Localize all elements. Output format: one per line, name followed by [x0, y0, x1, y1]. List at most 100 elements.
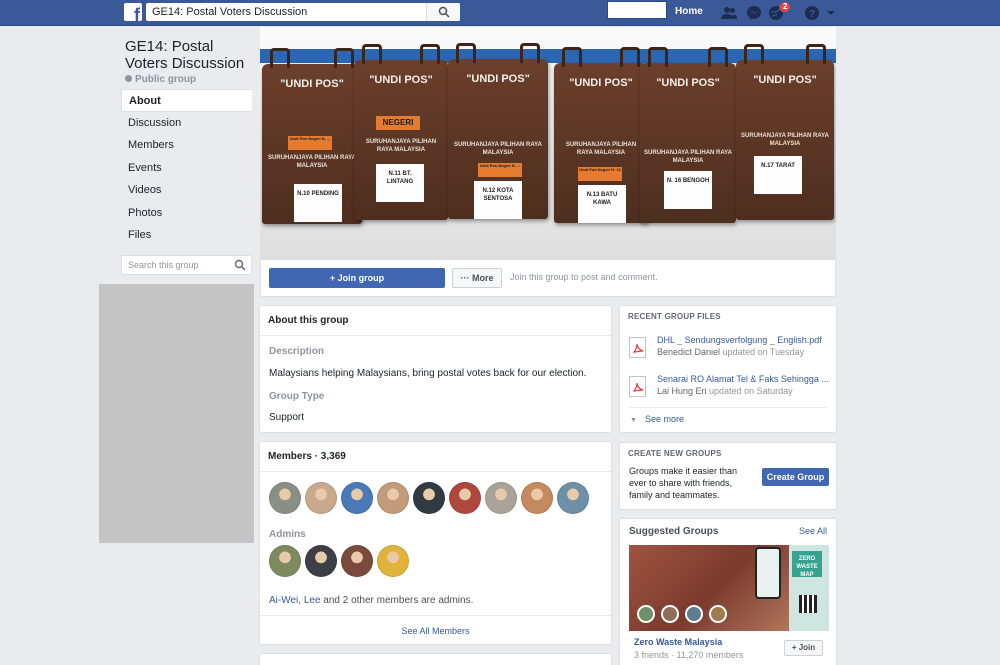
file-item[interactable]: Senarai RO Alamat Tel & Faks Sehingga ..… — [629, 372, 829, 410]
member-avatar[interactable] — [341, 482, 373, 514]
nav-item-discussion[interactable]: Discussion — [121, 112, 252, 135]
search-button[interactable] — [426, 3, 460, 21]
bag-title: "UNDI POS" — [656, 77, 720, 89]
photo-circle — [709, 605, 727, 623]
nav-item-about[interactable]: About — [121, 89, 252, 112]
search-icon[interactable] — [234, 259, 246, 271]
photo-circle — [685, 605, 703, 623]
bag-org: SURUHANJAYA PILIHAN RAYA MALAYSIA — [565, 142, 637, 156]
qr-code-icon — [799, 595, 817, 613]
account-menu-chevron-down-icon[interactable] — [825, 4, 837, 22]
join-group-button[interactable]: + Join group — [269, 268, 445, 288]
group-search-placeholder[interactable]: Search this group — [128, 260, 199, 270]
create-group-text: Groups make it easier than ever to share… — [629, 466, 738, 500]
nav-item-photos[interactable]: Photos — [121, 202, 252, 225]
bag-org: SURUHANJAYA PILIHAN RAYA MALAYSIA — [454, 142, 542, 156]
profile-link[interactable] — [607, 1, 667, 19]
bag-title: "UNDI POS" — [753, 74, 817, 86]
see-more-files-link[interactable]: ▼ See more — [630, 414, 684, 424]
group-search-input[interactable]: Search this group — [121, 255, 252, 275]
file-meta: Benedict Daniel updated on Tuesday — [657, 347, 804, 357]
member-avatar[interactable] — [521, 482, 553, 514]
group-cover-photo[interactable]: "UNDI POS" Undi Pos Negeri N. ... SURUHA… — [260, 27, 836, 260]
bag-tag: Undi Pos Negeri N. ... — [288, 136, 332, 150]
bag-handle — [708, 47, 728, 67]
admin-avatar[interactable] — [305, 545, 337, 577]
admins-summary-rest: and 2 other members are admins. — [320, 595, 474, 606]
suggested-groups-card: Suggested Groups See All ZERO WASTE MAP … — [619, 518, 837, 665]
bag-label: N.12 KOTA SENTOSA — [474, 181, 522, 219]
pdf-file-icon — [629, 376, 646, 397]
create-group-button[interactable]: Create Group — [762, 468, 829, 486]
see-all-members-link[interactable]: See All Members — [260, 615, 611, 645]
see-all-suggested-link[interactable]: See All — [799, 526, 827, 536]
description-text: Malaysians helping Malaysians, bring pos… — [269, 368, 587, 379]
bag-title: "UNDI POS" — [569, 77, 633, 89]
member-avatar[interactable] — [557, 482, 589, 514]
friend-requests-icon[interactable] — [720, 4, 738, 22]
postal-vote-bag: "UNDI POS" SURUHANJAYA PILIHAN RAYA MALA… — [448, 43, 548, 219]
suggested-group-name[interactable]: Zero Waste Malaysia — [634, 637, 722, 647]
member-avatar[interactable] — [485, 482, 517, 514]
see-more-label[interactable]: See more — [645, 414, 684, 424]
bag-label: N.10 PENDING — [294, 184, 342, 222]
suggested-groups-heading: Suggested Groups — [629, 526, 719, 537]
globe-icon — [125, 75, 132, 82]
nav-item-members[interactable]: Members — [121, 134, 252, 157]
bag-handle — [520, 43, 540, 63]
file-meta: Lai Hung En updated on Saturday — [657, 386, 793, 396]
admin-avatar[interactable] — [377, 545, 409, 577]
phone-illustration — [755, 547, 781, 599]
help-icon[interactable]: ? — [803, 4, 821, 22]
global-search-input[interactable]: GE14: Postal Voters Discussion — [146, 3, 460, 21]
group-privacy-text: Public group — [135, 74, 197, 85]
bag-handle — [620, 47, 640, 67]
pdf-file-icon — [629, 337, 646, 358]
about-group-heading: About this group — [260, 306, 611, 336]
join-hint-text: Join this group to post and comment. — [510, 272, 658, 282]
bag-org: SURUHANJAYA PILIHAN RAYA MALAYSIA — [644, 150, 732, 164]
file-name[interactable]: Senarai RO Alamat Tel & Faks Sehingga ..… — [657, 374, 832, 384]
suggested-group-meta: 3 friends · 11,270 members — [634, 650, 744, 660]
notification-count-badge: 2 — [779, 1, 792, 13]
admins-label: Admins — [269, 529, 306, 540]
nav-item-files[interactable]: Files — [121, 224, 252, 247]
group-type-value: Support — [269, 412, 305, 423]
join-suggested-group-button[interactable]: + Join — [784, 640, 823, 656]
bag-label: N.13 BATU KAWA — [578, 185, 626, 223]
recent-files-card: Recent Group Files DHL _ Sendungsverfolg… — [619, 305, 837, 433]
group-left-nav: About Discussion Members Events Videos P… — [121, 89, 252, 247]
member-avatar[interactable] — [305, 482, 337, 514]
description-label: Description — [269, 346, 325, 357]
group-privacy-label: Public group — [125, 74, 196, 85]
group-actions-bar: + Join group ··· More Join this group to… — [260, 260, 836, 297]
file-author[interactable]: Lai Hung En — [657, 386, 707, 396]
bag-handle — [744, 44, 764, 64]
member-avatar[interactable] — [377, 482, 409, 514]
suggested-group-cover[interactable]: ZERO WASTE MAP — [629, 545, 829, 631]
file-name[interactable]: DHL _ Sendungsverfolgung _ English.pdf — [657, 335, 832, 345]
messenger-icon[interactable] — [745, 4, 763, 22]
file-author[interactable]: Benedict Daniel — [657, 347, 720, 357]
nav-item-videos[interactable]: Videos — [121, 179, 252, 202]
member-avatar[interactable] — [413, 482, 445, 514]
global-search-value[interactable]: GE14: Postal Voters Discussion — [152, 6, 307, 18]
admin-avatar[interactable] — [269, 545, 301, 577]
members-heading[interactable]: Members · 3,369 — [260, 442, 611, 472]
admins-names-link[interactable]: Ai-Wei, Lee — [269, 595, 321, 606]
bag-org: SURUHANJAYA PILIHAN RAYA MALAYSIA — [268, 155, 356, 169]
facebook-logo-icon[interactable]: f — [124, 3, 142, 21]
member-avatar[interactable] — [269, 482, 301, 514]
more-button[interactable]: ··· More — [452, 268, 502, 288]
postal-vote-bag: "UNDI POS" SURUHANJAYA PILIHAN RAYA MALA… — [640, 47, 736, 223]
bag-handle — [648, 47, 668, 67]
home-link[interactable]: Home — [675, 6, 703, 17]
member-avatar[interactable] — [449, 482, 481, 514]
admin-avatar[interactable] — [341, 545, 373, 577]
chevron-down-icon: ▼ — [630, 417, 637, 424]
file-item[interactable]: DHL _ Sendungsverfolgung _ English.pdf B… — [629, 333, 829, 371]
group-name[interactable]: GE14: Postal Voters Discussion — [125, 38, 255, 72]
postal-vote-bag: "UNDI POS" SURUHANJAYA PILIHAN RAYA MALA… — [736, 44, 834, 220]
nav-item-events[interactable]: Events — [121, 157, 252, 180]
bag-title: "UNDI POS" — [280, 78, 344, 90]
